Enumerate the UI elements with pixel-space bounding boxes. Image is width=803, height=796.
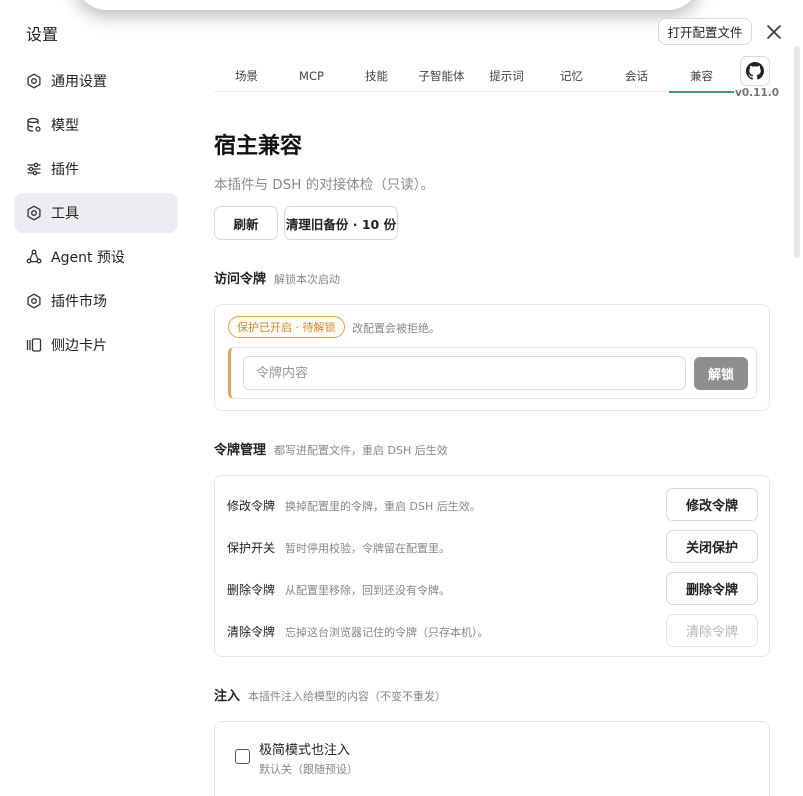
tab-bar: 场景 MCP 技能 子智能体 提示词 记忆 会话 兼容: [214, 60, 734, 93]
sidebar: 通用设置 模型 插件 工具 Agent 预设 插件市场 侧边卡片: [14, 61, 178, 369]
sidebar-item-agent-presets[interactable]: Agent 预设: [14, 237, 178, 277]
sidebar-item-plugin-market[interactable]: 插件市场: [14, 281, 178, 321]
checkbox-hint: 默认关（跟随预设）: [259, 763, 358, 776]
unlock-panel: 解锁: [228, 347, 757, 399]
disable-protection-button[interactable]: 关闭保护: [666, 530, 758, 563]
close-button[interactable]: [764, 22, 784, 42]
cards-icon: [26, 337, 42, 353]
section-title: 访问令牌: [214, 272, 267, 287]
sidebar-item-tools[interactable]: 工具: [14, 193, 178, 233]
row-label: 保护开关: [227, 541, 276, 555]
section-hint: 解锁本次启动: [274, 273, 341, 286]
sidebar-item-models[interactable]: 模型: [14, 105, 178, 145]
gear-icon: [26, 205, 42, 221]
sidebar-item-general[interactable]: 通用设置: [14, 61, 178, 101]
refresh-button[interactable]: 刷新: [214, 206, 278, 240]
inject-heading: 注入 本插件注入给模型的内容（不变不重发）: [214, 685, 446, 704]
page-subtitle: 本插件与 DSH 的对接体检（只读）。: [214, 177, 434, 193]
token-mgmt-card: 修改令牌 换掉配置里的令牌，重启 DSH 后生效。 修改令牌 保护开关 暂时停用…: [214, 475, 770, 657]
badge-note: 改配置会被拒绝。: [352, 322, 440, 335]
scrollbar[interactable]: [794, 46, 800, 258]
sidebar-item-label: 侧边卡片: [51, 338, 107, 354]
agent-icon: [26, 249, 42, 265]
list-item: 删除令牌 从配置里移除，回到还没有令牌。 删除令牌: [215, 567, 771, 609]
list-item: 保护开关 暂时停用校验，令牌留在配置里。 关闭保护: [215, 525, 771, 567]
change-token-button[interactable]: 修改令牌: [666, 488, 758, 521]
page-title: 宿主兼容: [214, 134, 303, 159]
list-item: 清除令牌 忘掉这台浏览器记住的令牌（只存本机）。 清除令牌: [215, 609, 771, 651]
row-description: 从配置里移除，回到还没有令牌。: [285, 584, 450, 597]
sidebar-item-label: 模型: [51, 118, 79, 134]
tab-memory[interactable]: 记忆: [539, 60, 604, 92]
clear-token-button[interactable]: 清除令牌: [666, 614, 758, 647]
github-icon: [746, 62, 764, 80]
delete-token-button[interactable]: 删除令牌: [666, 572, 758, 605]
gear-icon: [26, 73, 42, 89]
section-title: 注入: [214, 689, 241, 704]
sidebar-item-label: 工具: [51, 206, 79, 222]
database-icon: [26, 117, 42, 133]
sidebar-item-label: 插件: [51, 162, 79, 178]
status-badge: 保护已开启 · 待解锁: [228, 316, 345, 338]
row-label: 清除令牌: [227, 625, 276, 639]
tab-sessions[interactable]: 会话: [604, 60, 669, 92]
sidebar-item-plugins[interactable]: 插件: [14, 149, 178, 189]
token-input[interactable]: [243, 356, 686, 390]
tab-compat[interactable]: 兼容: [669, 60, 734, 93]
gear-icon: [26, 293, 42, 309]
sidebar-item-side-cards[interactable]: 侧边卡片: [14, 325, 178, 365]
sidebar-item-label: 通用设置: [51, 74, 107, 90]
access-token-card: 保护已开启 · 待解锁 改配置会被拒绝。 解锁: [214, 304, 770, 411]
checkbox-label: 极简模式也注入: [259, 743, 351, 758]
clean-backup-button[interactable]: 清理旧备份 · 10 份: [284, 206, 398, 240]
dialog-title: 设置: [26, 25, 59, 44]
list-item: 修改令牌 换掉配置里的令牌，重启 DSH 后生效。 修改令牌: [215, 483, 771, 525]
settings-dialog: 设置 打开配置文件 通用设置 模型 插件 工具 Agent 预设 插件市场 侧边…: [0, 0, 803, 796]
tab-scenes[interactable]: 场景: [214, 60, 279, 92]
minimal-mode-inject-checkbox[interactable]: [235, 749, 250, 764]
tab-prompts[interactable]: 提示词: [474, 60, 539, 92]
row-description: 暂时停用校验，令牌留在配置里。: [285, 542, 450, 555]
open-config-button[interactable]: 打开配置文件: [658, 18, 752, 45]
tab-skills[interactable]: 技能: [344, 60, 409, 92]
sidebar-item-label: Agent 预设: [51, 250, 125, 266]
tab-mcp[interactable]: MCP: [279, 60, 344, 92]
section-title: 令牌管理: [214, 443, 267, 458]
close-icon: [767, 25, 781, 39]
unlock-button[interactable]: 解锁: [694, 357, 748, 390]
sliders-icon: [26, 161, 42, 177]
tab-subagents[interactable]: 子智能体: [409, 60, 474, 92]
inject-card: 极简模式也注入 默认关（跟随预设）: [214, 721, 770, 796]
section-hint: 都写进配置文件，重启 DSH 后生效: [274, 444, 448, 457]
row-description: 忘掉这台浏览器记住的令牌（只存本机）。: [285, 626, 489, 639]
token-mgmt-heading: 令牌管理 都写进配置文件，重启 DSH 后生效: [214, 439, 448, 458]
section-hint: 本插件注入给模型的内容（不变不重发）: [248, 690, 447, 703]
version-label: v0.11.0: [735, 87, 780, 99]
row-label: 删除令牌: [227, 583, 276, 597]
github-button[interactable]: [740, 56, 770, 86]
access-token-heading: 访问令牌 解锁本次启动: [214, 268, 340, 287]
sidebar-item-label: 插件市场: [51, 294, 107, 310]
row-description: 换掉配置里的令牌，重启 DSH 后生效。: [285, 500, 481, 513]
row-label: 修改令牌: [227, 499, 276, 513]
